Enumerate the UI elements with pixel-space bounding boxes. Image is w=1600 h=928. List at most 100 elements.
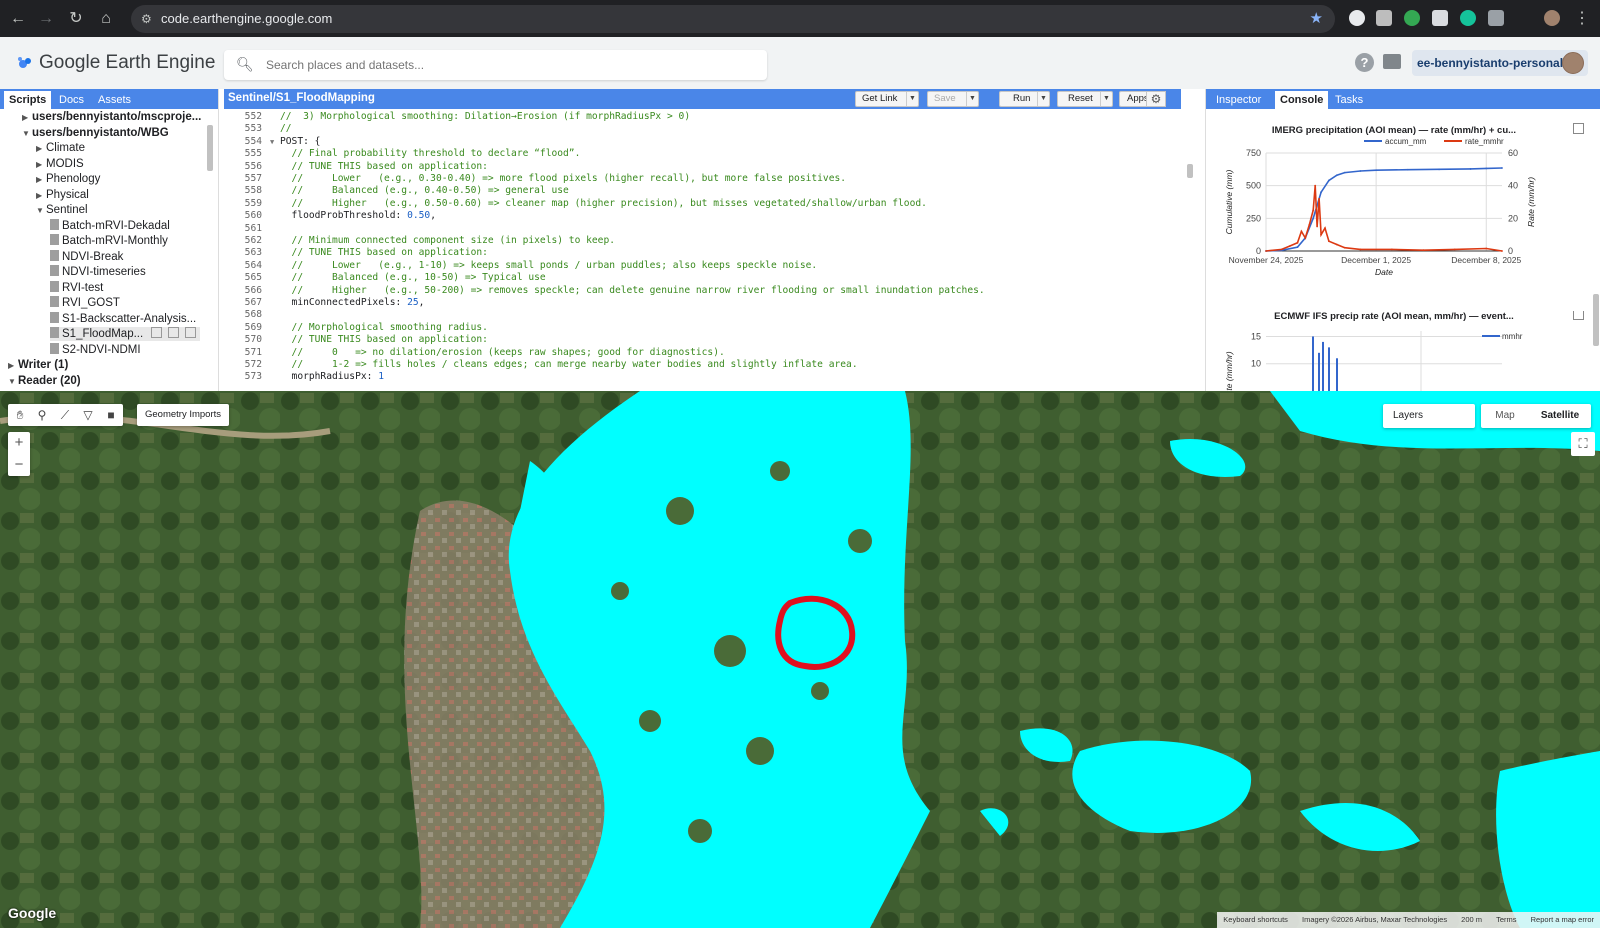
layers-button[interactable]: Layers: [1383, 404, 1475, 428]
popout-icon[interactable]: [1573, 123, 1584, 134]
tab-docs[interactable]: Docs: [54, 91, 89, 109]
code-line[interactable]: 560 floodProbThreshold: 0.50,: [224, 210, 436, 222]
menu-dots-icon[interactable]: ⋮: [1572, 9, 1592, 29]
tab-tasks[interactable]: Tasks: [1330, 91, 1368, 109]
search-box[interactable]: 🔍︎: [224, 50, 767, 80]
code-line[interactable]: 552 // 3) Morphological smoothing: Dilat…: [224, 111, 690, 123]
code-line[interactable]: 565 // Balanced (e.g., 10-50) => Typical…: [224, 272, 546, 284]
code-line[interactable]: 553 //: [224, 123, 292, 135]
keyboard-shortcuts-link[interactable]: Keyboard shortcuts: [1217, 915, 1294, 924]
extension-icon[interactable]: [1404, 10, 1420, 26]
home-icon[interactable]: ⌂: [96, 9, 116, 29]
code-line[interactable]: 554 ▼ POST: {: [224, 136, 321, 148]
address-bar[interactable]: ⚙ code.earthengine.google.com ★: [131, 5, 1335, 33]
chevron-right-icon[interactable]: ▶: [36, 158, 46, 172]
delete-icon[interactable]: [185, 327, 197, 338]
avatar[interactable]: [1562, 52, 1584, 74]
script-file[interactable]: NDVI-Break: [50, 249, 123, 264]
zoom-in-button[interactable]: +: [8, 432, 30, 454]
chevron-right-icon[interactable]: ▶: [8, 359, 18, 373]
code-line[interactable]: 555 // Final probability threshold to de…: [224, 148, 581, 160]
fold-icon[interactable]: ▼: [270, 136, 280, 148]
map-type-satellite[interactable]: Satellite: [1529, 404, 1591, 428]
code-line[interactable]: 564 // Lower (e.g., 1-10) => keeps small…: [224, 260, 818, 272]
polygon-draw-icon[interactable]: ▽: [80, 407, 96, 423]
grammarly-icon[interactable]: [1460, 10, 1476, 26]
settings-gear-icon[interactable]: ⚙: [1146, 91, 1166, 107]
rectangle-draw-icon[interactable]: ■: [103, 407, 119, 423]
folder-node[interactable]: ▶ Phenology: [36, 172, 100, 187]
history-icon[interactable]: [151, 327, 163, 338]
site-info-icon[interactable]: ⚙: [141, 5, 152, 33]
script-file[interactable]: NDVI-timeseries: [50, 265, 146, 279]
chevron-down-icon[interactable]: ▼: [1100, 92, 1112, 106]
code-line[interactable]: 556 // TUNE THIS based on application:: [224, 161, 488, 173]
scrollbar[interactable]: [207, 125, 213, 171]
code-line[interactable]: 567 minConnectedPixels: 25,: [224, 297, 425, 309]
code-line[interactable]: 558 // Balanced (e.g., 0.40-0.50) => gen…: [224, 185, 569, 197]
terms-link[interactable]: Terms: [1490, 915, 1522, 924]
satellite-imagery[interactable]: [0, 391, 1600, 928]
report-error-link[interactable]: Report a map error: [1525, 915, 1600, 924]
profile-icon[interactable]: [1544, 10, 1560, 26]
extensions-puzzle-icon[interactable]: [1488, 10, 1504, 26]
extension-icon[interactable]: [1432, 10, 1448, 26]
script-file[interactable]: S1_FloodMap...: [50, 327, 200, 341]
chevron-down-icon[interactable]: ▼: [36, 204, 46, 218]
folder-node[interactable]: ▶ MODIS: [36, 157, 84, 172]
chevron-right-icon[interactable]: ▶: [22, 111, 32, 125]
chevron-right-icon[interactable]: ▶: [36, 173, 46, 187]
extension-icon[interactable]: [1349, 10, 1365, 26]
folder-node[interactable]: ▶ Writer (1): [8, 358, 68, 373]
folder-node[interactable]: ▶ Physical: [36, 188, 89, 203]
chevron-down-icon[interactable]: ▼: [1037, 92, 1049, 106]
get-link-button[interactable]: Get Link ▼: [855, 91, 919, 107]
folder-node[interactable]: ▼ Reader (20): [8, 374, 81, 389]
fullscreen-icon[interactable]: ⛶: [1571, 432, 1595, 456]
save-button[interactable]: Save ▼: [927, 91, 979, 107]
pan-hand-icon[interactable]: ✋︎: [12, 407, 28, 423]
map-view[interactable]: [0, 391, 1600, 928]
map-type-map[interactable]: Map: [1481, 404, 1529, 428]
geometry-imports-button[interactable]: Geometry Imports: [137, 404, 229, 426]
tab-console[interactable]: Console: [1275, 91, 1329, 109]
script-file[interactable]: Batch-mRVI-Dekadal: [50, 218, 170, 233]
search-input[interactable]: [266, 55, 746, 75]
code-line[interactable]: 571 // 0 => no dilation/erosion (keeps r…: [224, 347, 725, 359]
code-line[interactable]: 566 // Higher (e.g., 50-200) => removes …: [224, 285, 985, 297]
popout-icon[interactable]: [1573, 311, 1584, 320]
script-file[interactable]: S2-NDVI-NDMI: [50, 342, 141, 357]
chevron-down-icon[interactable]: ▼: [906, 92, 918, 106]
reset-button[interactable]: Reset ▼: [1057, 91, 1113, 107]
chevron-down-icon[interactable]: ▼: [966, 92, 978, 106]
code-line[interactable]: 569 // Morphological smoothing radius.: [224, 322, 488, 334]
folder-node[interactable]: ▼ users/bennyistanto/WBG: [22, 126, 169, 141]
line-draw-icon[interactable]: ⟋: [57, 407, 73, 423]
folder-node[interactable]: ▼ Sentinel: [36, 203, 88, 218]
code-line[interactable]: 572 // 1-2 => fills holes / cleans edges…: [224, 359, 858, 371]
bookmark-star-icon[interactable]: ★: [1310, 5, 1323, 33]
code-line[interactable]: 562 // Minimum connected component size …: [224, 235, 615, 247]
point-marker-icon[interactable]: ⚲: [34, 407, 50, 423]
chevron-down-icon[interactable]: ▼: [8, 375, 18, 389]
folder-node[interactable]: ▶ Climate: [36, 141, 85, 156]
code-line[interactable]: 573 morphRadiusPx: 1: [224, 371, 384, 383]
tab-assets[interactable]: Assets: [93, 91, 136, 109]
code-line[interactable]: 563 // TUNE THIS based on application:: [224, 247, 488, 259]
scrollbar[interactable]: [1187, 164, 1193, 178]
chevron-down-icon[interactable]: ▼: [22, 127, 32, 141]
extension-icon[interactable]: [1376, 10, 1392, 26]
code-line[interactable]: 570 // TUNE THIS based on application:: [224, 334, 488, 346]
run-button[interactable]: Run ▼: [999, 91, 1050, 107]
script-file[interactable]: RVI-test: [50, 280, 103, 295]
tab-inspector[interactable]: Inspector: [1211, 91, 1266, 109]
script-file[interactable]: S1-Backscatter-Analysis...: [50, 311, 196, 326]
code-line[interactable]: 568: [224, 309, 280, 321]
scrollbar[interactable]: [1593, 294, 1599, 346]
code-line[interactable]: 557 // Lower (e.g., 0.30-0.40) => more f…: [224, 173, 846, 185]
code-line[interactable]: 559 // Higher (e.g., 0.50-0.60) => clean…: [224, 198, 927, 210]
script-file[interactable]: RVI_GOST: [50, 296, 120, 310]
code-area[interactable]: 552 // 3) Morphological smoothing: Dilat…: [224, 111, 1169, 391]
tab-scripts[interactable]: Scripts: [4, 91, 52, 109]
feedback-icon[interactable]: [1383, 54, 1401, 69]
